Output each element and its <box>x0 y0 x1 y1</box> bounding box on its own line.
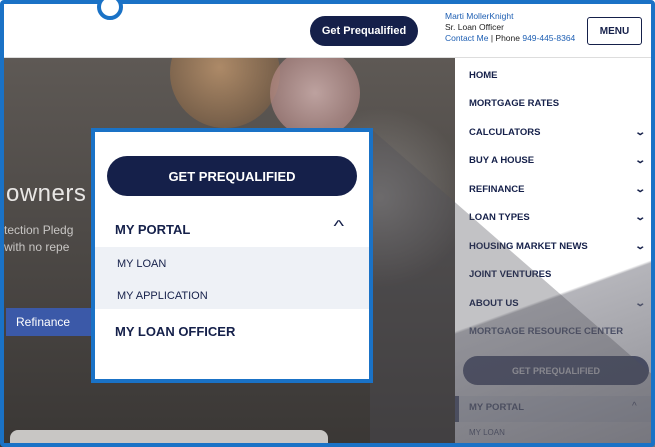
chevron-up-icon[interactable]: ^ <box>333 218 344 236</box>
side-menu-item-label: CALCULATORS <box>469 126 541 138</box>
hero-subtitle-line-1: tection Pledg <box>4 223 74 237</box>
chevron-down-icon[interactable]: ⌄ <box>634 184 646 195</box>
side-menu-item[interactable]: BUY A HOUSE ⌄ <box>469 152 646 170</box>
hero-title: owners <box>6 180 87 207</box>
get-prequalified-button[interactable]: Get Prequalified <box>310 16 418 46</box>
side-menu-item[interactable]: HOUSING MARKET NEWS ⌄ <box>469 237 646 255</box>
chevron-up-icon[interactable]: ^ <box>632 401 637 412</box>
hero-subtitle: tection Pledg with no repe <box>4 222 73 256</box>
side-menu-item[interactable]: ABOUT US ⌄ <box>469 294 646 312</box>
popup-my-loan-officer-link[interactable]: MY LOAN OFFICER <box>115 324 235 339</box>
side-menu-item[interactable]: JOINT VENTURES <box>469 266 644 284</box>
phone-link[interactable]: 949-445-8364 <box>522 33 575 43</box>
phone-prefix: | Phone <box>488 33 523 43</box>
loan-officer-info: Marti MollerKnight Sr. Loan Officer Cont… <box>445 11 575 44</box>
officer-name-link[interactable]: Marti MollerKnight <box>445 11 575 22</box>
officer-contact-line: Contact Me | Phone 949-445-8364 <box>445 33 575 44</box>
side-menu-item-label: HOME <box>469 69 498 81</box>
chevron-down-icon[interactable]: ⌄ <box>634 241 646 252</box>
side-menu-item[interactable]: MORTGAGE RATES <box>469 95 644 113</box>
side-menu-item-label: HOUSING MARKET NEWS <box>469 240 588 252</box>
chevron-down-icon[interactable]: ⌄ <box>634 298 646 309</box>
chevron-down-icon[interactable]: ⌄ <box>634 212 646 223</box>
side-menu-item-label: MORTGAGE RATES <box>469 98 560 109</box>
hero-bottom-card <box>10 430 328 447</box>
officer-title: Sr. Loan Officer <box>445 22 504 32</box>
popup-my-application-link[interactable]: MY APPLICATION <box>117 290 208 302</box>
popup-my-portal-label[interactable]: MY PORTAL <box>115 222 190 237</box>
side-my-loan-link[interactable]: MY LOAN <box>469 428 505 437</box>
menu-button[interactable]: MENU <box>587 17 642 45</box>
side-menu-item[interactable]: CALCULATORS ⌄ <box>469 123 646 141</box>
side-menu-item[interactable]: REFINANCE ⌄ <box>469 180 646 198</box>
portal-dropdown-panel: GET PREQUALIFIED MY PORTAL ^ MY LOAN MY … <box>91 128 373 383</box>
side-menu-item-label: MORTGAGE RESOURCE CENTER <box>469 326 624 337</box>
popup-my-loan-link[interactable]: MY LOAN <box>117 258 166 270</box>
contact-me-link[interactable]: Contact Me <box>445 33 488 43</box>
refinance-button[interactable]: Refinance <box>6 308 92 336</box>
hero-subtitle-line-2: with no repe <box>4 240 70 254</box>
side-menu-item-label: BUY A HOUSE <box>469 155 535 166</box>
popup-get-prequalified-button[interactable]: GET PREQUALIFIED <box>107 156 357 196</box>
side-menu-item[interactable]: HOME <box>469 66 644 84</box>
side-menu-item[interactable]: LOAN TYPES ⌄ <box>469 209 646 227</box>
side-menu-item[interactable]: MORTGAGE RESOURCE CENTER <box>469 323 644 341</box>
side-menu-item-label: JOINT VENTURES <box>469 269 552 280</box>
side-get-prequalified-button[interactable]: GET PREQUALIFIED <box>463 356 649 385</box>
chevron-down-icon[interactable]: ⌄ <box>634 155 646 166</box>
hero-photo-hat <box>170 58 280 128</box>
side-menu-item-label: LOAN TYPES <box>469 212 530 223</box>
side-menu-item-label: REFINANCE <box>469 183 525 195</box>
side-menu-item-label: ABOUT US <box>469 297 519 309</box>
chevron-down-icon[interactable]: ⌄ <box>634 127 646 138</box>
side-my-portal-label: MY PORTAL <box>469 402 525 413</box>
